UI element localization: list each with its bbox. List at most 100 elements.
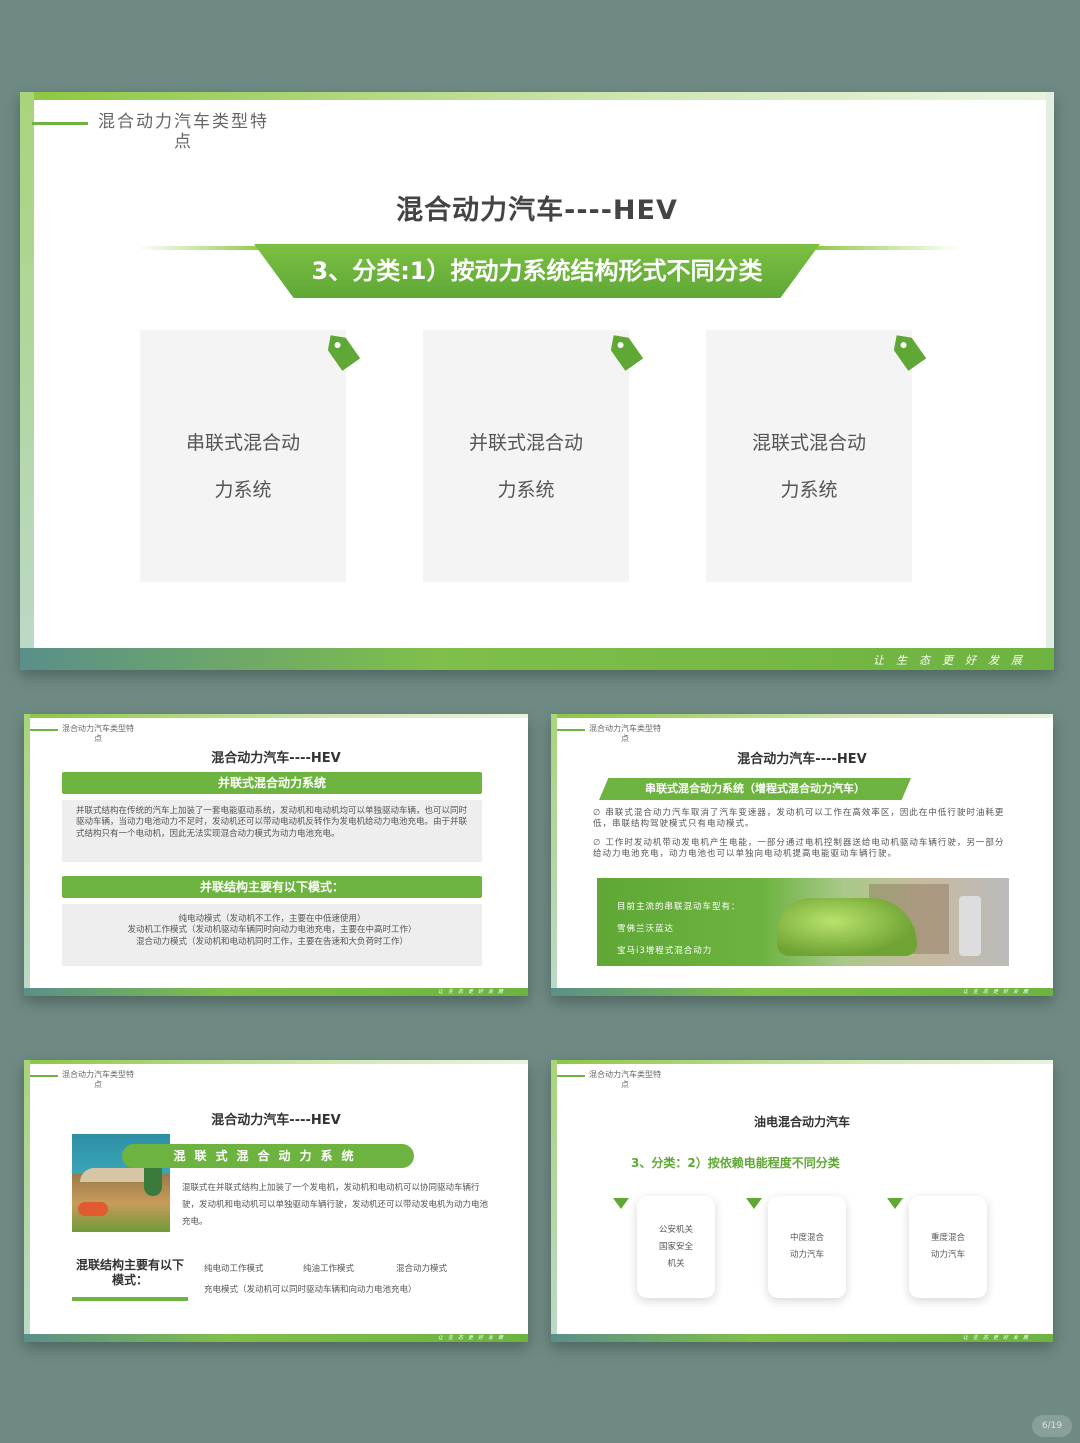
- bullet-icon: ∅: [593, 838, 602, 848]
- car-shape: [777, 898, 917, 956]
- slide-2: 混合动力汽车类型特 点 混合动力汽车----HEV 并联式混合动力系统 并联式结…: [24, 714, 528, 996]
- section-bar: 并联式混合动力系统: [62, 772, 482, 794]
- bullet-item: ∅ 工作时发动机带动发电机产生电能，一部分通过电机控制器送给电动机驱动车辆行驶，另…: [593, 838, 1013, 860]
- box-line: 动力汽车: [789, 1250, 824, 1260]
- slide-title: 混合动力汽车----HEV: [396, 195, 678, 226]
- footer-slogan: 让生态更好发展: [873, 654, 1034, 667]
- slide-header-line1: 混合动力汽车类型特: [62, 1070, 134, 1079]
- banner-line-right: [810, 246, 960, 250]
- slide-title: 混合动力汽车----HEV: [211, 1113, 341, 1128]
- slide-left-bar: [20, 92, 34, 670]
- slide-title: 混合动力汽车----HEV: [737, 752, 867, 767]
- card-label-line2: 力系统: [780, 479, 838, 501]
- card-label-line1: 并联式混合动: [468, 432, 583, 454]
- category-box: 重度混合 动力汽车: [909, 1196, 987, 1298]
- slide-left-bar: [551, 1060, 557, 1342]
- mode-item: 纯电动工作模式: [204, 1264, 264, 1274]
- classification-banner: 3、分类:1）按动力系统结构形式不同分类: [254, 244, 820, 298]
- triangle-icon: [613, 1198, 629, 1209]
- page-counter-watermark: 6/19: [1032, 1415, 1072, 1437]
- banner-line-left: [138, 246, 268, 250]
- slide-5: 混合动力汽车类型特 点 油电混合动力汽车 3、分类：2）按依赖电能程度不同分类 …: [551, 1060, 1053, 1342]
- mode-item: 纯电动模式（发动机不工作，主要在中低速使用）: [178, 914, 366, 924]
- mode-item: 发动机工作模式（发动机驱动车辆同时向动力电池充电，主要在中高时工作）: [127, 925, 417, 936]
- slide-1: 混合动力汽车类型特 点 混合动力汽车----HEV 3、分类:1）按动力系统结构…: [20, 92, 1054, 670]
- slide-bottom-bar: 让生态更好发展: [20, 648, 1054, 670]
- slide-header-line2: 点: [94, 1079, 102, 1089]
- slide-top-bar: [24, 714, 528, 718]
- modes-label: 混联结构主要有以下模式：: [75, 1258, 184, 1287]
- slide-title: 油电混合动力汽车: [753, 1115, 850, 1129]
- caption-line: 目前主流的串联混动车型有：: [617, 902, 741, 912]
- car-photo: 目前主流的串联混动车型有： 雪佛兰沃蓝达 宝马i3增程式混合动力: [597, 878, 1009, 966]
- triangle-icon: [887, 1198, 903, 1209]
- card-parallel: 并联式混合动 力系统: [423, 330, 629, 582]
- slide-top-bar: [20, 92, 1054, 100]
- section-pill: 混联式混合动力系统: [122, 1144, 414, 1168]
- box-line: 中度混合: [789, 1233, 824, 1243]
- section-text: 混联式在并联式结构上加装了一个发电机，发动机和电动机可以协同驱动车辆行驶，发动机…: [182, 1183, 489, 1227]
- slide-bottom-bar: 让生态更好发展: [24, 1334, 528, 1342]
- slide-right-bar: [1046, 92, 1054, 670]
- mode-item: 混合动力模式: [396, 1264, 448, 1274]
- slide-bottom-bar: 让生态更好发展: [551, 1334, 1053, 1342]
- slide-title: 混合动力汽车----HEV: [211, 751, 341, 766]
- bullet-item: ∅ 串联式混合动力汽车取消了汽车变速器，发动机可以工作在高效率区，因此在中低行驶时…: [593, 808, 1013, 830]
- box-line: 动力汽车: [930, 1250, 965, 1260]
- section-text: 并联式结构在传统的汽车上加装了一套电能驱动系统，发动机和电动机均可以单独驱动车辆…: [62, 800, 482, 862]
- bullet-text: 工作时发动机带动发电机产生电能，一部分通过电机控制器送给电动机驱动车辆行驶，另一…: [593, 838, 1005, 860]
- slide-top-bar: [551, 714, 1053, 718]
- slide-header-line1: 混合动力汽车类型特: [98, 112, 269, 132]
- caption-line: 宝马i3增程式混合动力: [617, 946, 713, 956]
- header-line: [32, 122, 88, 125]
- category-box: 公安机关国家安全机关: [637, 1196, 715, 1298]
- modes-box: 纯电动模式（发动机不工作，主要在中低速使用） 发动机工作模式（发动机驱动车辆同时…: [62, 904, 482, 966]
- mode-item: 纯油工作模式: [303, 1264, 355, 1274]
- box-line: 公安机关: [658, 1224, 693, 1235]
- car-shape: [78, 1202, 108, 1216]
- slide-3: 混合动力汽车类型特 点 混合动力汽车----HEV 串联式混合动力系统（增程式混…: [551, 714, 1053, 996]
- slide-header: 混合动力汽车类型特 点: [62, 724, 134, 743]
- header-line: [30, 1075, 58, 1077]
- photo-caption: 目前主流的串联混动车型有： 雪佛兰沃蓝达 宝马i3增程式混合动力: [617, 896, 741, 962]
- header-line: [557, 1075, 585, 1077]
- slide-header: 混合动力汽车类型特 点: [62, 1070, 134, 1089]
- slide-header-line1: 混合动力汽车类型特: [589, 1070, 661, 1079]
- slide-left-bar: [24, 1060, 30, 1342]
- slide-bottom-bar: 让生态更好发展: [24, 988, 528, 996]
- card-label-line1: 串联式混合动: [185, 432, 300, 454]
- mode-item: 充电模式（发动机可以同时驱动车辆和向动力电池充电）: [204, 1285, 417, 1295]
- header-line: [557, 729, 585, 731]
- box-line: 机关: [667, 1258, 685, 1269]
- header-line: [30, 729, 58, 731]
- modes-label-underline: [72, 1297, 188, 1301]
- card-label-line1: 混联式混合动: [751, 432, 866, 454]
- section-bar: 并联结构主要有以下模式：: [62, 876, 482, 898]
- slide-header-line2: 点: [621, 1079, 629, 1089]
- slide-bottom-bar: 让生态更好发展: [551, 988, 1053, 996]
- box-line: 重度混合: [930, 1233, 965, 1243]
- charging-station-shape: [959, 896, 981, 956]
- slide-4: 混合动力汽车类型特 点 混合动力汽车----HEV 混联式混合动力系统 混联式在…: [24, 1060, 528, 1342]
- slide-header-line2: 点: [94, 733, 102, 743]
- slide-header-line2: 点: [174, 132, 193, 153]
- slide-header: 混合动力汽车类型特 点: [589, 1070, 661, 1089]
- footer-slogan: 让生态更好发展: [962, 1335, 1033, 1341]
- triangle-icon: [746, 1198, 762, 1209]
- footer-slogan: 让生态更好发展: [962, 989, 1033, 995]
- footer-slogan: 让生态更好发展: [437, 989, 508, 995]
- slide-header: 混合动力汽车类型特 点: [98, 112, 269, 153]
- mode-item: 混合动力模式（发动机和电动机同时工作，主要在告速和大负荷时工作）: [135, 936, 408, 947]
- card-hybrid: 混联式混合动 力系统: [706, 330, 912, 582]
- footer-slogan: 让生态更好发展: [437, 1335, 508, 1341]
- slide-header-line1: 混合动力汽车类型特: [62, 724, 134, 733]
- slide-header-line2: 点: [621, 733, 629, 743]
- card-label-line2: 力系统: [497, 479, 555, 501]
- series-banner: 串联式混合动力系统（增程式混合动力汽车）: [599, 778, 911, 800]
- caption-line: 雪佛兰沃蓝达: [617, 924, 675, 934]
- slide-top-bar: [24, 1060, 528, 1064]
- card-series: 串联式混合动 力系统: [140, 330, 346, 582]
- card-label-line2: 力系统: [214, 479, 272, 501]
- box-line: 国家安全: [658, 1241, 693, 1252]
- bullet-text: 串联式混合动力汽车取消了汽车变速器，发动机可以工作在高效率区，因此在中低行驶时油…: [593, 808, 1005, 830]
